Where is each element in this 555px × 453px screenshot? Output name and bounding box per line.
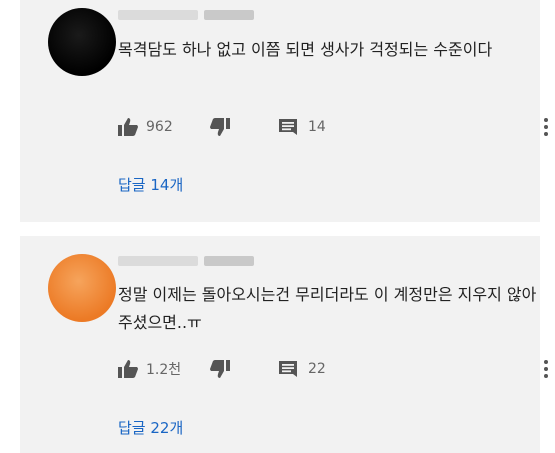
comment-text: 정말 이제는 돌아오시는건 무리더라도 이 계정만은 지우지 않아주셨으면..ㅠ (118, 285, 537, 332)
reply-count: 14 (308, 119, 326, 135)
more-options-button[interactable] (543, 357, 549, 381)
view-replies-link[interactable]: 답글 22개 (118, 417, 183, 438)
blurred-name-part (118, 256, 198, 266)
comment-text: 목격담도 하나 없고 이쯤 되면 생사가 걱정되는 수준이다 (118, 40, 493, 59)
author-name[interactable] (118, 10, 254, 22)
blurred-name-part (118, 10, 198, 20)
thumbs-up-icon (118, 118, 138, 136)
like-button[interactable]: 962 (118, 115, 173, 139)
avatar[interactable] (48, 254, 116, 322)
blurred-date-part (204, 256, 254, 266)
reply-button[interactable]: 22 (278, 357, 326, 381)
avatar[interactable] (48, 8, 116, 76)
comment-icon (279, 361, 297, 377)
comment-icon (279, 119, 297, 135)
dislike-button[interactable] (210, 357, 230, 381)
like-button[interactable]: 1.2천 (118, 357, 181, 381)
reply-button[interactable]: 14 (278, 115, 326, 139)
comment-actions: 962 14 (118, 115, 548, 139)
like-count: 962 (146, 119, 173, 135)
reply-count: 22 (308, 361, 326, 377)
comment-actions: 1.2천 22 (118, 357, 548, 381)
more-options-button[interactable] (543, 115, 549, 139)
like-count: 1.2천 (146, 362, 182, 378)
author-name[interactable] (118, 256, 254, 268)
comment-card: 목격담도 하나 없고 이쯤 되면 생사가 걱정되는 수준이다 962 14 답글… (20, 0, 548, 222)
dislike-button[interactable] (210, 115, 230, 139)
comment-card: 정말 이제는 돌아오시는건 무리더라도 이 계정만은 지우지 않아주셨으면..ㅠ… (20, 236, 548, 453)
thumbs-up-icon (118, 360, 138, 378)
thumbs-down-icon (210, 360, 230, 378)
more-vert-icon (544, 360, 548, 378)
thumbs-down-icon (210, 118, 230, 136)
more-vert-icon (544, 118, 548, 136)
blurred-date-part (204, 10, 254, 20)
view-replies-link[interactable]: 답글 14개 (118, 174, 183, 195)
